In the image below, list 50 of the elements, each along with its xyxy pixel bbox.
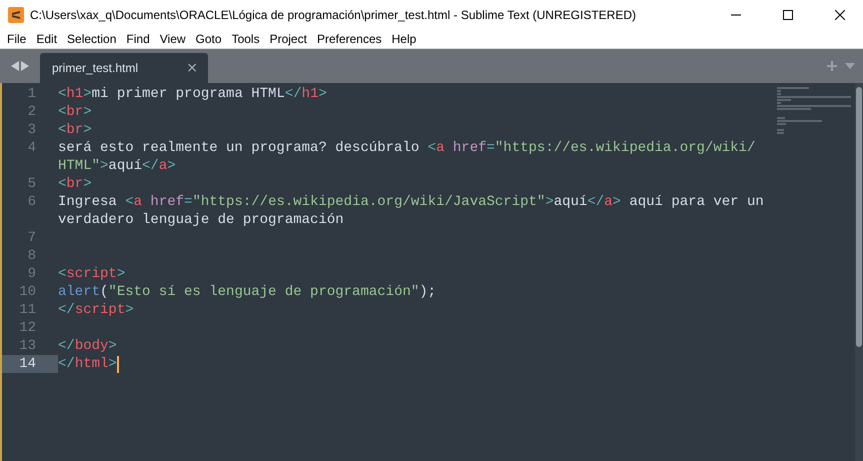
- maximize-icon[interactable]: [783, 10, 793, 20]
- scrollbar-thumb[interactable]: [856, 87, 862, 347]
- line-number: 11: [18, 301, 37, 319]
- line-number: 5: [26, 175, 37, 193]
- code-line: alert("Esto sí es lenguaje de programación");: [58, 283, 436, 301]
- menu-item[interactable]: Project: [264, 32, 312, 46]
- code-line: <br>: [58, 103, 92, 121]
- left-arrow-icon[interactable]: [11, 61, 19, 71]
- line-number: 13: [18, 337, 37, 355]
- plus-icon[interactable]: [827, 61, 837, 71]
- code-line: HTML">aquí</a>: [58, 157, 176, 175]
- dropdown-icon[interactable]: [845, 63, 855, 69]
- menu-item[interactable]: Find: [121, 32, 155, 46]
- code-line: </script>: [58, 301, 134, 319]
- line-number: 9: [26, 265, 37, 283]
- line-number: 10: [18, 283, 37, 301]
- code-line: </body>: [58, 337, 117, 355]
- close-icon[interactable]: [835, 10, 845, 20]
- code-line: verdadero lenguaje de programación: [58, 211, 344, 229]
- line-number: 3: [26, 121, 37, 139]
- right-arrow-icon[interactable]: [21, 61, 29, 71]
- code-line: será esto realmente un programa? descúbralo <a href="https://es.wikipedia.org/wiki/: [58, 139, 756, 157]
- menu-item[interactable]: Preferences: [312, 32, 387, 46]
- code-line: <h1>mi primer programa HTML</h1>: [58, 85, 327, 103]
- file-tab[interactable]: primer_test.html ×: [40, 53, 208, 83]
- code-line: Ingresa <a href="https://es.wikipedia.org/wiki/JavaScript">aquí</a> aquí para ver un: [58, 193, 764, 211]
- code-line: <script>: [58, 265, 126, 283]
- line-number: 2: [26, 103, 37, 121]
- text-cursor: [116, 356, 119, 372]
- line-number: 4: [26, 139, 37, 157]
- line-number: 7: [26, 229, 37, 247]
- code-line: </html>: [58, 355, 117, 373]
- menu-item[interactable]: File: [2, 32, 32, 46]
- line-number: 1: [26, 85, 37, 103]
- menu-item[interactable]: Help: [386, 32, 422, 46]
- menu-item[interactable]: Edit: [31, 32, 62, 46]
- window-title: C:\Users\xax_q\Documents\ORACLE\Lógica de programación\primer_test.html - Sublime Text (UNREGISTERED): [30, 8, 637, 22]
- code-line: <br>: [58, 175, 92, 193]
- line-number: 6: [26, 193, 37, 211]
- menu-item[interactable]: Tools: [226, 32, 265, 46]
- menu-item[interactable]: Goto: [190, 32, 227, 46]
- line-number: 12: [18, 319, 37, 337]
- line-number: 14: [2, 355, 58, 373]
- app-logo-icon: [8, 7, 24, 23]
- menu-item[interactable]: Selection: [62, 32, 122, 46]
- tab-label: primer_test.html: [52, 61, 138, 75]
- menu-item[interactable]: View: [154, 32, 191, 46]
- line-number: 8: [26, 247, 37, 265]
- code-line: <br>: [58, 121, 92, 139]
- tab-close-button[interactable]: ×: [186, 60, 198, 76]
